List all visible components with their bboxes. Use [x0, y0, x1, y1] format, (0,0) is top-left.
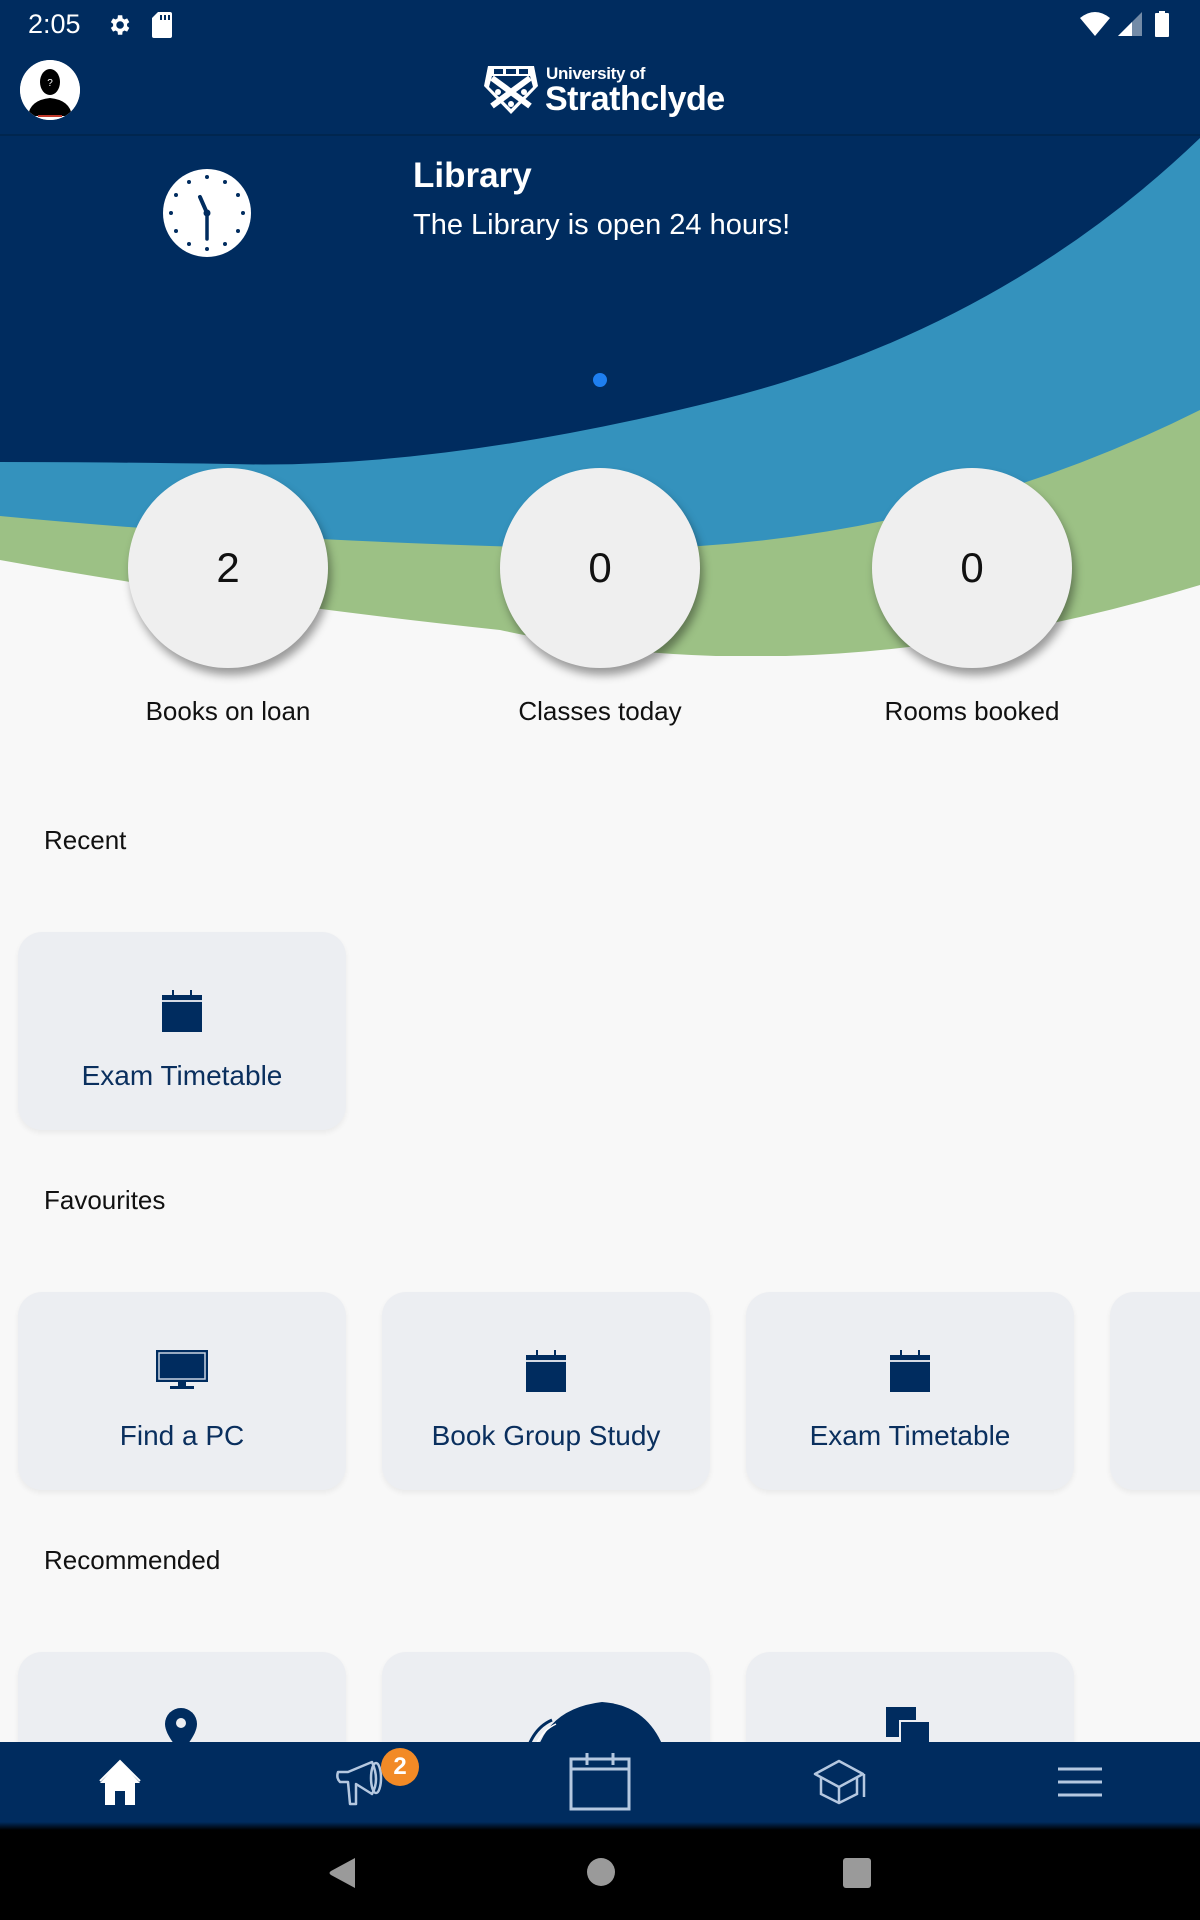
- section-title-recommended: Recommended: [44, 1545, 221, 1575]
- stat-label-classes-today: Classes today: [518, 696, 682, 726]
- graduation-cap-icon: [813, 1759, 866, 1805]
- banner-title: Library: [413, 156, 532, 195]
- svg-text:?: ?: [47, 78, 53, 89]
- favourite-card-partial[interactable]: [1110, 1292, 1200, 1490]
- wifi-icon: [1080, 12, 1110, 36]
- stat-classes-today[interactable]: 0: [500, 468, 700, 668]
- announcements-badge: 2: [381, 1748, 419, 1786]
- stat-label-rooms-booked: Rooms booked: [884, 696, 1060, 726]
- back-icon[interactable]: [327, 1856, 357, 1890]
- favourite-card-exam-timetable[interactable]: Exam Timetable: [746, 1292, 1074, 1490]
- sd-card-icon: [152, 12, 172, 38]
- user-silhouette-icon: ?: [20, 60, 80, 120]
- settings-icon: [110, 15, 130, 35]
- status-bar: 2:05: [0, 0, 1200, 50]
- calendar-icon: [890, 1350, 930, 1392]
- card-label: Book Group Study: [431, 1420, 661, 1451]
- carousel-page-indicator[interactable]: [593, 373, 607, 387]
- bottom-navigation: [0, 1742, 1200, 1822]
- calendar-icon: [162, 990, 202, 1032]
- nav-timetable[interactable]: [540, 1742, 660, 1822]
- nav-learning[interactable]: [780, 1742, 900, 1822]
- profile-avatar[interactable]: ?: [20, 60, 80, 120]
- stat-label-books-on-loan: Books on loan: [145, 696, 311, 726]
- stat-books-on-loan[interactable]: 2: [128, 468, 328, 668]
- cell-signal-icon: [1118, 12, 1142, 36]
- section-title-recent: Recent: [44, 825, 127, 855]
- app-header: ? University of Strathclyde: [0, 50, 1200, 136]
- calendar-outline-icon: [569, 1753, 631, 1811]
- calendar-icon: [526, 1350, 566, 1392]
- card-label: Exam Timetable: [81, 1060, 283, 1091]
- stat-rooms-booked[interactable]: 0: [872, 468, 1072, 668]
- recent-card-exam-timetable[interactable]: Exam Timetable: [18, 932, 346, 1130]
- card-label: Exam Timetable: [809, 1420, 1011, 1451]
- logo-line2: Strathclyde: [545, 80, 725, 118]
- home-icon: [99, 1759, 141, 1805]
- megaphone-icon: [336, 1760, 383, 1806]
- section-title-favourites: Favourites: [44, 1185, 166, 1215]
- card-label: Find a PC: [119, 1420, 245, 1451]
- menu-icon: [1058, 1767, 1102, 1797]
- status-time: 2:05: [28, 9, 81, 39]
- home-circle-icon[interactable]: [586, 1857, 616, 1887]
- favourite-card-book-group-study[interactable]: Book Group Study: [382, 1292, 710, 1490]
- crest-icon: [484, 66, 538, 114]
- favourite-card-find-a-pc[interactable]: Find a PC: [18, 1292, 346, 1490]
- nav-home[interactable]: [60, 1742, 180, 1822]
- system-navigation-bar: [0, 1822, 1200, 1920]
- recents-icon[interactable]: [842, 1857, 872, 1889]
- university-logo: University of Strathclyde: [482, 60, 725, 124]
- battery-icon: [1155, 11, 1169, 37]
- clock-icon: [163, 169, 251, 257]
- banner-text: The Library is open 24 hours!: [413, 209, 791, 241]
- nav-menu[interactable]: [1020, 1742, 1140, 1822]
- monitor-icon: [156, 1350, 208, 1389]
